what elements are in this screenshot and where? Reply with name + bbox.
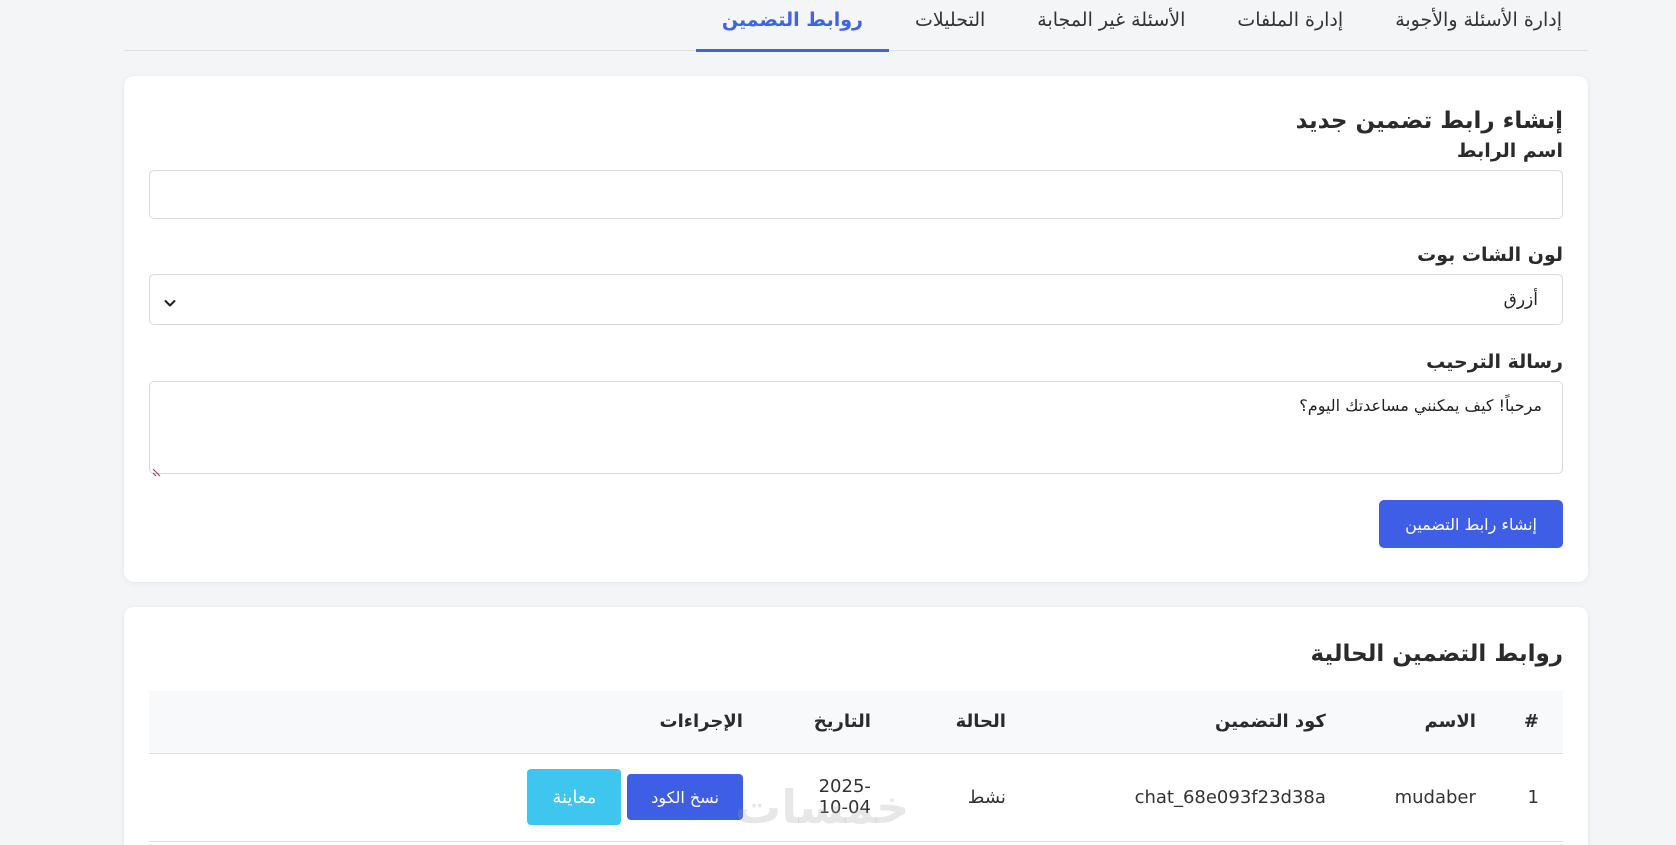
create-embed-card: إنشاء رابط تضمين جديد اسم الرابط لون الش… bbox=[124, 76, 1588, 582]
tab-qa-management[interactable]: إدارة الأسئلة والأجوبة bbox=[1369, 0, 1588, 51]
row-name: mudaber bbox=[1349, 753, 1500, 842]
chatbot-color-select[interactable]: أزرق bbox=[149, 274, 1563, 325]
chevron-down-icon bbox=[164, 294, 176, 306]
chatbot-color-label: لون الشات بوت bbox=[1417, 244, 1563, 266]
create-embed-button[interactable]: إنشاء رابط التضمين bbox=[1379, 500, 1563, 548]
header-date: التاريخ bbox=[766, 691, 895, 754]
page-container: إدارة الأسئلة والأجوبة إدارة الملفات الأ… bbox=[124, 0, 1588, 845]
embed-links-title: روابط التضمين الحالية bbox=[1310, 641, 1563, 667]
embed-links-table: # الاسم كود التضمين الحالة التاريخ الإجر… bbox=[149, 691, 1563, 842]
welcome-message-text: مرحباً! كيف يمكنني مساعدتك اليوم؟ bbox=[1299, 396, 1542, 415]
tab-unanswered-questions[interactable]: الأسئلة غير المجابة bbox=[1011, 0, 1211, 51]
row-embed-code: chat_68e093f23d38a bbox=[1029, 753, 1350, 842]
row-index: 1 bbox=[1499, 753, 1563, 842]
preview-button[interactable]: معاينة bbox=[527, 769, 622, 825]
copy-code-button[interactable]: نسخ الكود bbox=[627, 774, 743, 820]
embed-links-card: روابط التضمين الحالية # الاسم كود التضمي… bbox=[124, 607, 1588, 845]
header-status: الحالة bbox=[894, 691, 1030, 754]
welcome-message-label: رسالة الترحيب bbox=[1426, 351, 1563, 373]
tab-file-management[interactable]: إدارة الملفات bbox=[1211, 0, 1369, 51]
row-actions: نسخ الكود معاينة bbox=[149, 753, 767, 842]
table-row: 1 mudaber chat_68e093f23d38a نشط 2025-10… bbox=[149, 753, 1563, 842]
header-name: الاسم bbox=[1349, 691, 1500, 754]
header-index: # bbox=[1499, 691, 1563, 754]
welcome-message-textarea[interactable]: مرحباً! كيف يمكنني مساعدتك اليوم؟ bbox=[149, 381, 1563, 477]
status-badge: نشط bbox=[894, 753, 1030, 842]
tab-analytics[interactable]: التحليلات bbox=[889, 0, 1011, 51]
resize-handle-icon[interactable] bbox=[152, 462, 162, 477]
header-actions: الإجراءات bbox=[149, 691, 767, 754]
link-name-input[interactable] bbox=[149, 170, 1563, 219]
table-header-row: # الاسم كود التضمين الحالة التاريخ الإجر… bbox=[149, 691, 1563, 754]
header-embed-code: كود التضمين bbox=[1029, 691, 1350, 754]
row-date: 2025-10-04 bbox=[766, 753, 895, 842]
row-actions-group: نسخ الكود معاينة bbox=[173, 769, 743, 825]
link-name-label: اسم الرابط bbox=[1456, 140, 1563, 162]
create-embed-title: إنشاء رابط تضمين جديد bbox=[1295, 108, 1563, 134]
tab-embed-links[interactable]: روابط التضمين bbox=[695, 0, 890, 52]
main-tabs: إدارة الأسئلة والأجوبة إدارة الملفات الأ… bbox=[124, 0, 1588, 52]
chatbot-color-selected: أزرق bbox=[1503, 289, 1538, 310]
